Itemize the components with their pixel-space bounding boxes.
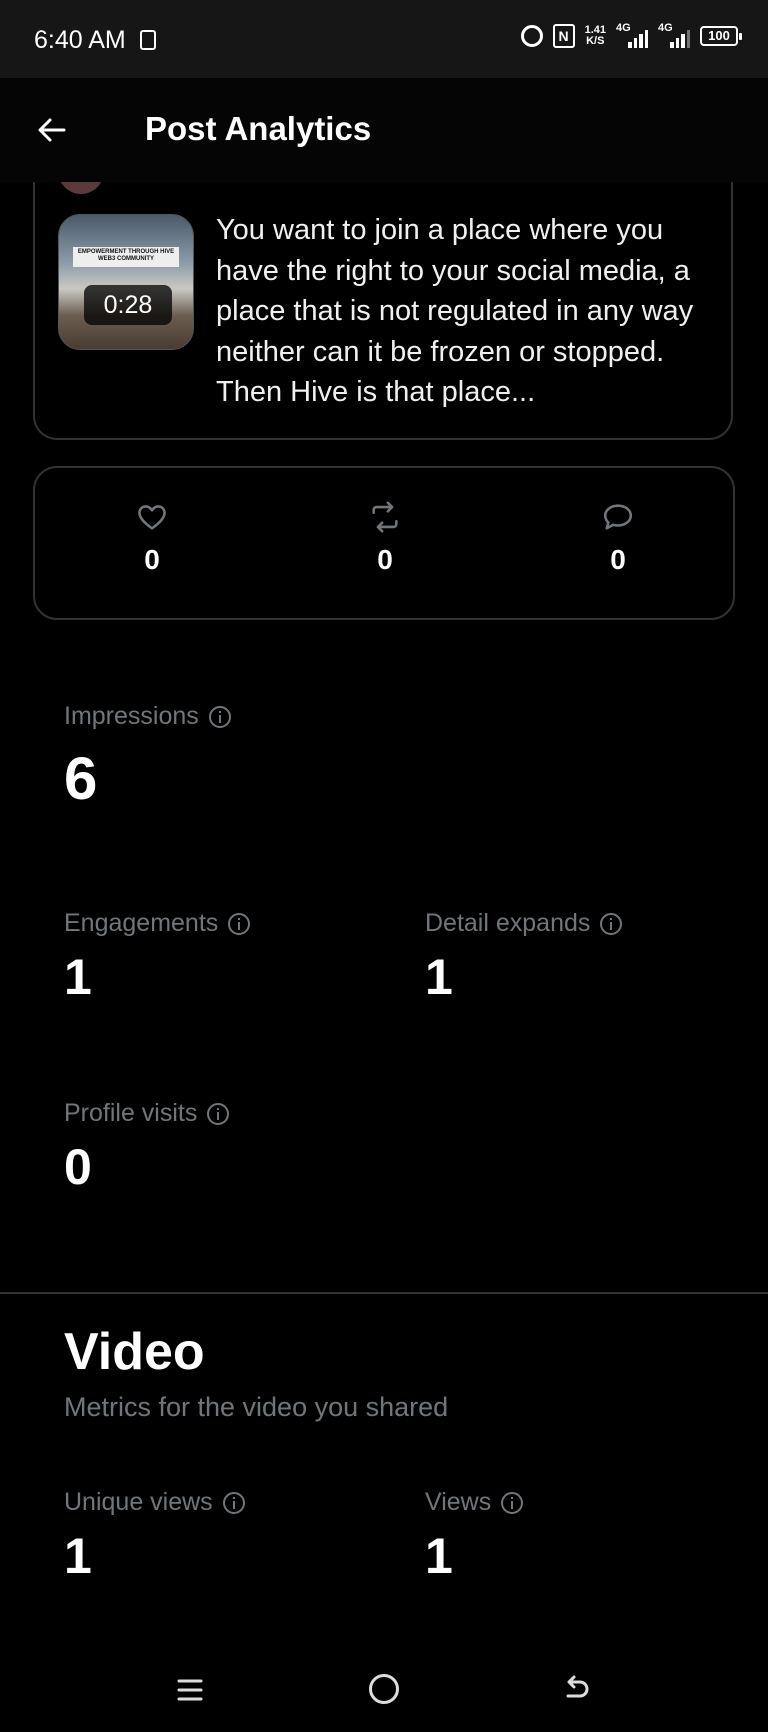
status-time: 6:40 AM [34,26,126,54]
heart-icon [138,505,166,530]
replies-count: 0 [610,544,626,575]
status-bar: 6:40 AM N 1.41 K/S 4G 4G 100 [0,0,768,78]
section-divider [0,1292,768,1294]
repost-icon [372,501,398,533]
info-icon[interactable] [222,1491,245,1514]
detail-expands-label: Detail expands [425,909,623,938]
replies-stat: 0 [578,500,658,576]
engagements-label: Engagements [64,909,251,938]
back-arrow-icon[interactable] [36,114,68,146]
sim-card-icon [140,30,156,50]
engagements-label-text: Engagements [64,909,219,937]
network-speed-unit: K/S [586,35,605,47]
unique-views-label: Unique views [64,1488,245,1517]
status-icons: N 1.41 K/S 4G 4G 100 [520,22,742,48]
unique-views-label-text: Unique views [64,1488,213,1516]
views-label-text: Views [425,1488,492,1516]
engagements-value: 1 [64,949,92,1005]
network-speed: 1.41 K/S [585,25,606,47]
info-icon[interactable] [228,912,251,935]
unique-views-value: 1 [64,1528,92,1584]
profile-visits-label: Profile visits [64,1099,230,1128]
likes-stat: 0 [112,500,192,576]
alarm-icon [520,25,543,47]
detail-expands-value: 1 [425,949,453,1005]
home-icon[interactable] [369,1674,399,1704]
reposts-stat: 0 [345,500,425,576]
info-icon[interactable] [600,912,623,935]
recent-apps-icon[interactable] [176,1676,204,1704]
reply-icon [603,504,633,530]
thumbnail-banner: EMPOWERMENT THROUGH HIVE WEB3 COMMUNITY [73,247,179,267]
info-icon[interactable] [207,1102,230,1125]
detail-expands-label-text: Detail expands [425,909,591,937]
info-icon[interactable] [501,1491,524,1514]
page-title: Post Analytics [145,110,372,147]
battery-icon: 100 [700,26,742,46]
likes-count: 0 [144,544,160,575]
signal-1-icon: 4G [616,22,648,48]
profile-visits-label-text: Profile visits [64,1099,198,1127]
nfc-icon: N [552,24,575,48]
video-section-title: Video [64,1323,205,1381]
app-header: Post Analytics [0,78,768,182]
reposts-count: 0 [377,544,393,575]
signal-2-icon: 4G [658,22,690,48]
video-thumbnail[interactable]: EMPOWERMENT THROUGH HIVE WEB3 COMMUNITY … [58,214,194,350]
views-label: Views [425,1488,524,1517]
signal-2-label: 4G [658,22,673,34]
signal-1-label: 4G [616,22,631,34]
views-value: 1 [425,1528,453,1584]
info-icon[interactable] [208,705,231,728]
impressions-label-text: Impressions [64,702,199,730]
video-duration: 0:28 [84,285,172,325]
profile-visits-value: 0 [64,1139,92,1195]
video-section-subtitle: Metrics for the video you shared [64,1392,449,1422]
post-text: You want to join a place where you have … [216,214,694,408]
impressions-label: Impressions [64,702,231,731]
impressions-value: 6 [64,745,98,812]
system-nav-bar [0,1640,768,1732]
engagement-card: 0 0 0 [33,466,735,620]
system-back-icon[interactable] [560,1674,592,1706]
